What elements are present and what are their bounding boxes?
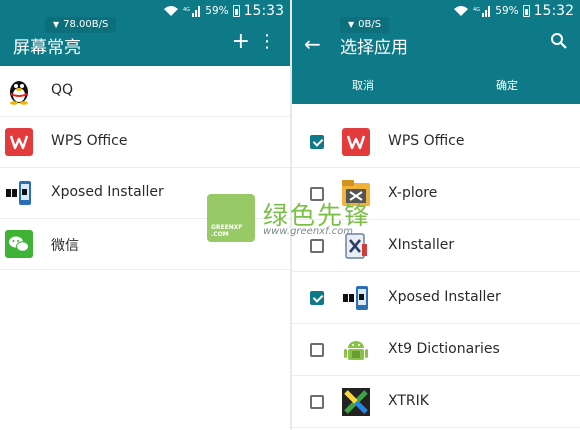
net-speed: 0B/S (358, 19, 382, 30)
wifi-small-icon: ▼ (53, 20, 60, 29)
app-list: WPS Office X-plore XInstaller Xposed Ins… (292, 116, 580, 428)
android-icon (344, 341, 368, 360)
search-icon[interactable] (550, 32, 568, 50)
wps-office-icon (342, 128, 370, 156)
checkbox-checked[interactable] (310, 135, 324, 149)
checkbox[interactable] (310, 343, 324, 357)
battery-icon (522, 5, 530, 17)
battery-icon (232, 5, 240, 17)
app-name: XTRIK (388, 393, 429, 409)
status-bar: 4G 59% 15:32 (292, 0, 580, 22)
app-name: QQ (51, 82, 74, 98)
page-title: 屏幕常亮 (13, 38, 81, 58)
battery-percent: 59% (205, 5, 229, 17)
list-item[interactable]: Xposed Installer (292, 272, 580, 324)
app-name: Xposed Installer (51, 184, 164, 200)
arrow-back-icon[interactable]: ← (304, 32, 321, 56)
page-title: 选择应用 (340, 38, 408, 58)
wifi-icon (164, 6, 179, 16)
app-name: WPS Office (51, 133, 128, 149)
more-vert-icon[interactable]: ⋮ (258, 30, 276, 54)
wps-office-icon (5, 128, 33, 156)
clock: 15:32 (533, 3, 574, 19)
qq-penguin-icon (10, 81, 28, 105)
confirm-button[interactable]: 确定 (496, 77, 518, 93)
app-name: X-plore (388, 185, 438, 201)
signal-icon: 4G (473, 6, 491, 17)
net-speed-badge: ▼ 0B/S (340, 17, 390, 33)
action-bar: 取消 确定 (292, 66, 580, 104)
greenxf-logo-icon: GREENXF .COM (207, 194, 255, 242)
wifi-small-icon: ▼ (348, 20, 355, 29)
checkbox-checked[interactable] (310, 291, 324, 305)
app-name: Xposed Installer (388, 289, 501, 305)
app-bar: 屏幕常亮 + ⋮ (0, 22, 290, 66)
app-name: Xt9 Dictionaries (388, 341, 500, 357)
xposed-icon (6, 181, 31, 205)
app-name: WPS Office (388, 133, 465, 149)
status-bar: 4G 59% 15:33 (0, 0, 290, 22)
list-item[interactable]: WPS Office (292, 116, 580, 168)
wechat-icon (5, 230, 33, 258)
list-item[interactable]: QQ (0, 66, 290, 117)
xtrik-icon (342, 388, 370, 416)
net-speed-badge: ▼ 78.00B/S (45, 17, 117, 33)
watermark: GREENXF .COM 绿色先锋 www.greenxf.com (207, 194, 377, 244)
clock: 15:33 (243, 3, 284, 19)
wifi-icon (454, 6, 469, 16)
checkbox[interactable] (310, 395, 324, 409)
plus-icon[interactable]: + (232, 30, 250, 54)
app-name: 微信 (51, 238, 79, 254)
app-bar: ← 选择应用 (292, 22, 580, 66)
app-name: XInstaller (388, 237, 455, 253)
list-item[interactable]: XTRIK (292, 376, 580, 428)
partial-list-item: ◦◦ (292, 104, 580, 116)
battery-percent: 59% (495, 5, 519, 17)
signal-icon: 4G (183, 6, 201, 17)
svg-text:4G: 4G (473, 7, 480, 13)
xposed-icon (343, 286, 368, 310)
cancel-button[interactable]: 取消 (352, 77, 374, 93)
list-item[interactable]: Xt9 Dictionaries (292, 324, 580, 376)
net-speed: 78.00B/S (63, 19, 109, 30)
svg-text:4G: 4G (183, 7, 190, 13)
list-item[interactable]: WPS Office (0, 117, 290, 168)
partial-icon: ◦◦ (350, 104, 362, 109)
watermark-url: www.greenxf.com (263, 226, 353, 237)
